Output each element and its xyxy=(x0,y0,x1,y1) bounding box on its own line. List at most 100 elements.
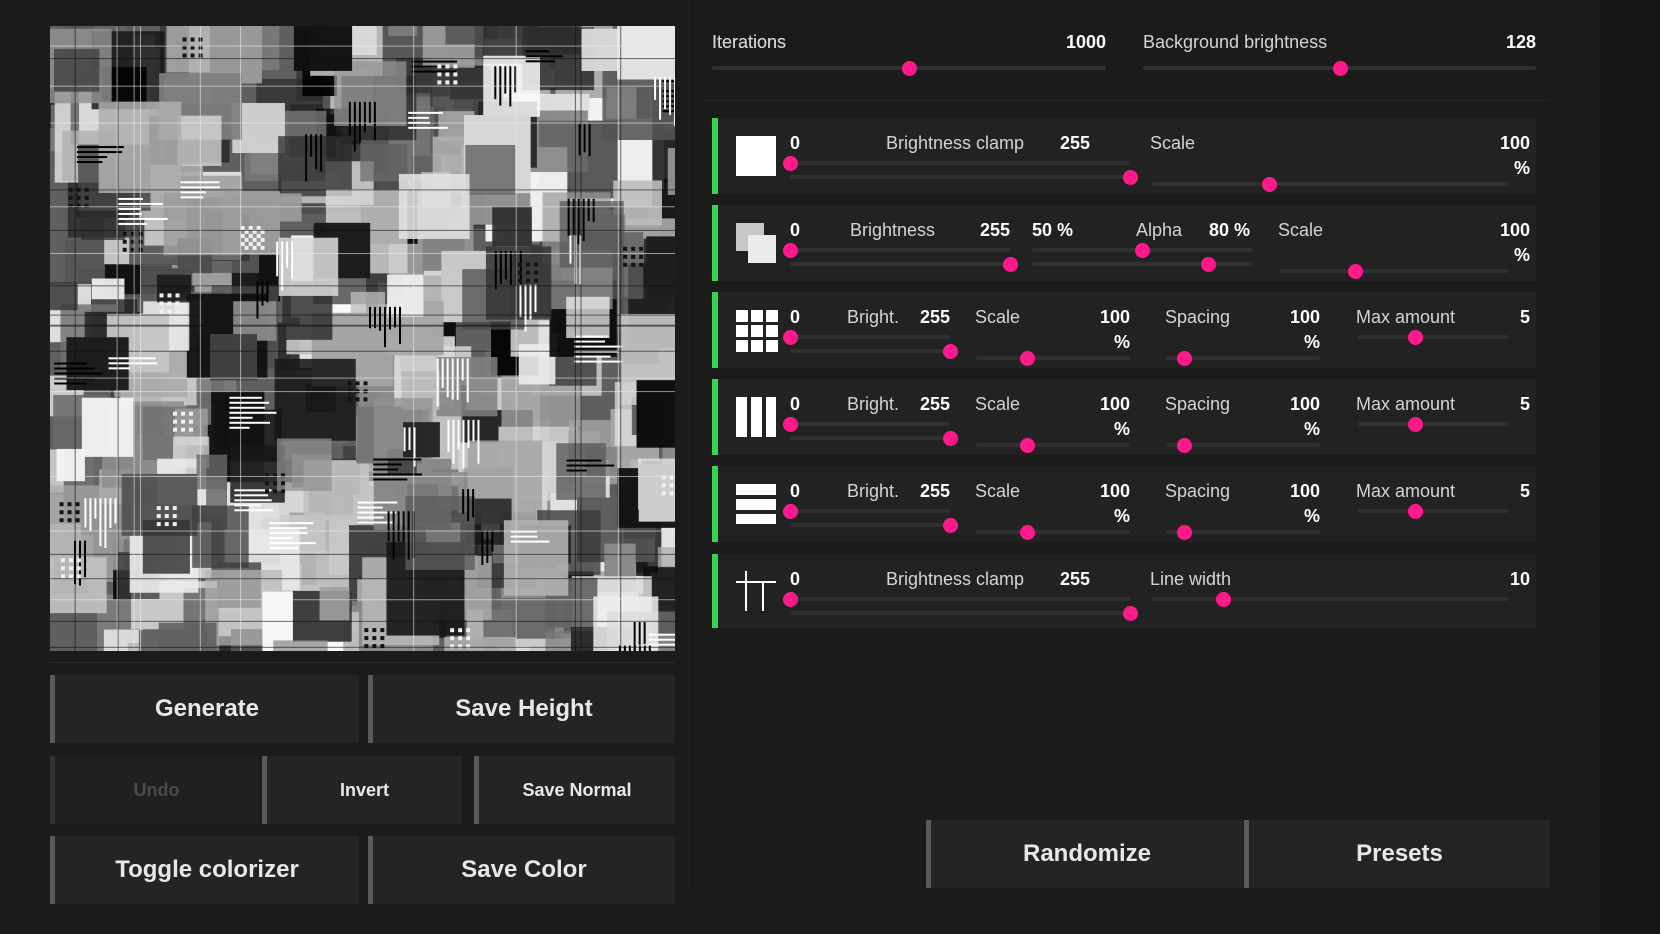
brightness-max-slider[interactable] xyxy=(790,436,950,440)
max-amount-label: Max amount xyxy=(1356,481,1456,501)
brightness-min-slider[interactable] xyxy=(790,248,1010,252)
max-amount-slider[interactable] xyxy=(1358,335,1508,339)
presets-button-label: Presets xyxy=(1356,840,1443,867)
scale-label: Scale xyxy=(975,307,1021,327)
spacing-slider-thumb[interactable] xyxy=(1177,351,1193,366)
brightness-max-slider-thumb[interactable] xyxy=(943,344,958,359)
layer-row-grid-lines: 0 Brightness clamp 255 Line width 10 xyxy=(712,554,1536,628)
layer-enabled-indicator[interactable] xyxy=(712,379,718,455)
layer-enabled-indicator[interactable] xyxy=(712,554,718,628)
spacing-unit: % xyxy=(1303,332,1320,352)
scale-value: 100 xyxy=(1499,220,1530,240)
brightness-max-slider-thumb[interactable] xyxy=(943,431,958,446)
scale-slider-thumb[interactable] xyxy=(1348,264,1364,279)
scale-unit: % xyxy=(1113,332,1130,352)
max-amount-value: 5 xyxy=(1519,481,1530,501)
spacing-unit: % xyxy=(1303,506,1320,526)
spacing-value: 100 xyxy=(1289,307,1320,327)
spacing-label: Spacing xyxy=(1165,481,1231,501)
brightness-min-slider-thumb[interactable] xyxy=(783,243,798,258)
alpha-max-slider[interactable] xyxy=(1032,262,1252,266)
brightness-max-slider[interactable] xyxy=(790,262,1010,266)
scale-value: 100 xyxy=(1099,394,1130,414)
alpha-max-value: 80 % xyxy=(1208,220,1250,240)
scale-unit: % xyxy=(1113,506,1130,526)
brightness-max-slider[interactable] xyxy=(790,611,1130,615)
divider xyxy=(700,100,1550,101)
max-amount-slider[interactable] xyxy=(1358,509,1508,513)
brightness-min-slider-thumb[interactable] xyxy=(783,592,798,607)
line-width-slider-thumb[interactable] xyxy=(1216,592,1232,607)
layer-enabled-indicator[interactable] xyxy=(712,118,718,194)
max-amount-slider-thumb[interactable] xyxy=(1408,417,1423,432)
layer-enabled-indicator[interactable] xyxy=(712,466,718,542)
alpha-min-slider-thumb[interactable] xyxy=(1135,243,1150,258)
scale-slider-thumb[interactable] xyxy=(1262,177,1278,192)
generate-button[interactable]: Generate xyxy=(50,675,359,743)
background-brightness-value: 128 xyxy=(1505,32,1536,52)
global-settings: Iterations xyxy=(700,0,1550,100)
alpha-max-slider-thumb[interactable] xyxy=(1201,257,1216,272)
brightness-min-slider-thumb[interactable] xyxy=(783,330,798,345)
spacing-slider-thumb[interactable] xyxy=(1177,438,1193,453)
save-color-button[interactable]: Save Color xyxy=(368,836,675,904)
iterations-slider-thumb[interactable] xyxy=(902,61,917,76)
scale-slider[interactable] xyxy=(976,443,1130,447)
save-normal-button[interactable]: Save Normal xyxy=(474,756,675,824)
brightness-min-slider[interactable] xyxy=(790,597,1130,601)
scale-label: Scale xyxy=(1150,133,1196,153)
iterations-label: Iterations xyxy=(712,32,787,52)
brightness-max-slider-thumb[interactable] xyxy=(1123,606,1138,621)
brightness-max-value: 255 xyxy=(919,394,950,414)
max-amount-slider-thumb[interactable] xyxy=(1408,330,1423,345)
scale-slider-thumb[interactable] xyxy=(1019,438,1035,453)
max-amount-label: Max amount xyxy=(1356,307,1456,327)
randomize-button-label: Randomize xyxy=(1022,840,1151,867)
scale-slider[interactable] xyxy=(1152,182,1508,186)
brightness-min-value: 0 xyxy=(790,569,801,589)
layer-enabled-indicator[interactable] xyxy=(712,292,718,368)
brightness-max-slider[interactable] xyxy=(790,349,950,353)
undo-button[interactable]: Undo xyxy=(50,756,258,824)
texture-image xyxy=(50,26,675,651)
brightness-min-value: 0 xyxy=(790,220,801,240)
brightness-min-slider-thumb[interactable] xyxy=(783,417,798,432)
layer-row-dots: 0 Bright. 255 Scale 100% Spacing 100% Max amoun… xyxy=(712,292,1536,368)
scale-slider[interactable] xyxy=(976,530,1130,534)
spacing-value: 100 xyxy=(1289,394,1320,414)
brightness-max-slider-thumb[interactable] xyxy=(1003,257,1018,272)
line-width-slider[interactable] xyxy=(1152,597,1508,601)
brightness-max-value: 255 xyxy=(1059,569,1090,589)
max-amount-slider[interactable] xyxy=(1358,422,1508,426)
dot-grid-icon xyxy=(734,308,778,352)
max-amount-slider-thumb[interactable] xyxy=(1408,504,1423,519)
invert-button[interactable]: Invert xyxy=(262,756,462,824)
presets-button[interactable]: Presets xyxy=(1244,820,1550,888)
scale-slider-thumb[interactable] xyxy=(1019,525,1035,540)
brightness-max-slider[interactable] xyxy=(790,523,950,527)
layer-row-vertical-lines: 0 Bright. 255 Scale 100% Spacing 100% Max amoun… xyxy=(712,379,1536,455)
layer-enabled-indicator[interactable] xyxy=(712,205,718,281)
brightness-min-slider[interactable] xyxy=(790,161,1130,165)
save-height-button[interactable]: Save Height xyxy=(368,675,675,743)
brightness-min-slider-thumb[interactable] xyxy=(783,156,798,171)
brightness-min-slider-thumb[interactable] xyxy=(783,504,798,519)
brightness-clamp-label: Brightness clamp xyxy=(886,569,1025,589)
brightness-max-slider-thumb[interactable] xyxy=(943,518,958,533)
randomize-button[interactable]: Randomize xyxy=(926,820,1243,888)
background-brightness-slider-thumb[interactable] xyxy=(1332,61,1348,76)
scale-slider[interactable] xyxy=(976,356,1130,360)
scale-unit: % xyxy=(1513,245,1530,265)
brightness-min-slider[interactable] xyxy=(790,509,950,513)
scale-value: 100 xyxy=(1099,481,1130,501)
scale-slider[interactable] xyxy=(1280,269,1508,273)
invert-button-label: Invert xyxy=(339,779,390,800)
brightness-max-slider[interactable] xyxy=(790,175,1130,179)
brightness-max-value: 255 xyxy=(919,307,950,327)
scale-slider-thumb[interactable] xyxy=(1019,351,1035,366)
brightness-min-slider[interactable] xyxy=(790,422,950,426)
brightness-min-slider[interactable] xyxy=(790,335,950,339)
brightness-max-slider-thumb[interactable] xyxy=(1123,170,1138,185)
spacing-slider-thumb[interactable] xyxy=(1177,525,1193,540)
toggle-colorizer-button[interactable]: Toggle colorizer xyxy=(50,836,359,904)
